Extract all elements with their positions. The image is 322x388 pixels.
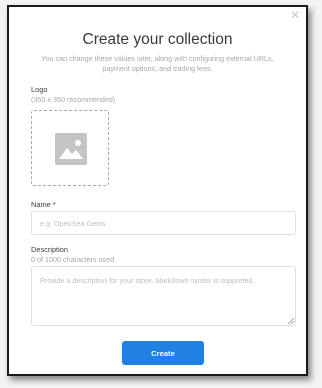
- create-button[interactable]: Create: [122, 341, 204, 365]
- logo-upload-area[interactable]: [31, 110, 109, 186]
- name-input[interactable]: [31, 211, 296, 235]
- close-icon[interactable]: ✕: [290, 9, 300, 21]
- image-placeholder-icon: [55, 133, 87, 165]
- logo-label: Logo: [31, 85, 48, 94]
- modal-subtitle: You can change these values later, along…: [41, 54, 274, 73]
- modal-title: Create your collection: [82, 31, 233, 48]
- logo-size-hint: (350 x 350 recommended): [31, 95, 116, 104]
- description-label: Description: [31, 245, 68, 254]
- description-textarea[interactable]: [31, 266, 296, 326]
- name-label: Name *: [31, 200, 56, 209]
- resize-handle-icon[interactable]: [288, 318, 294, 324]
- create-collection-modal: ✕ Create your collection You can change …: [7, 5, 308, 376]
- description-char-counter: 0 of 1000 characters used: [31, 255, 115, 264]
